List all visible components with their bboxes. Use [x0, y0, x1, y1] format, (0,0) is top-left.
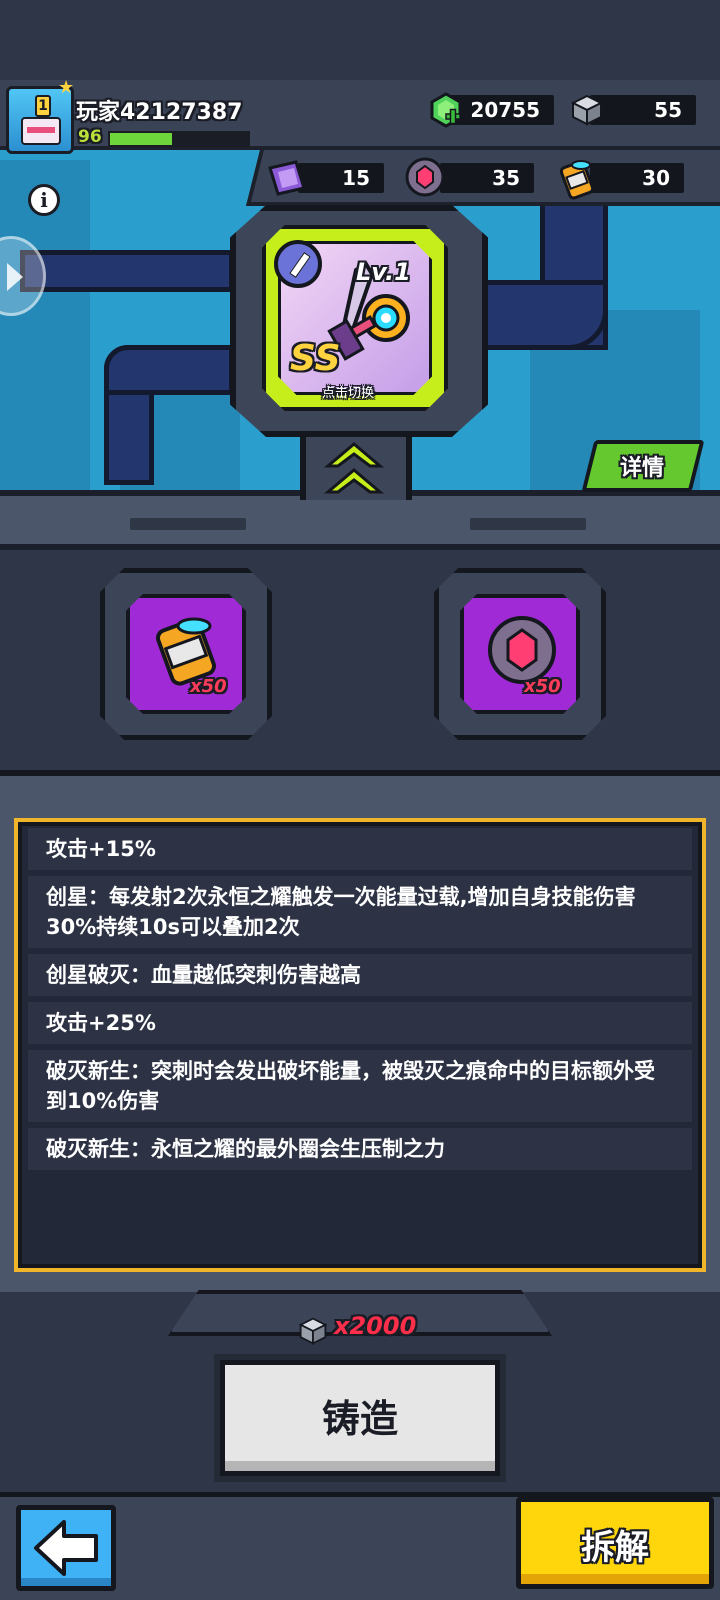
cube-counter: 55 [590, 95, 696, 125]
material-count: 35 [492, 166, 520, 190]
effect-line: 创星：每发射2次永恒之耀触发一次能量过载,增加自身技能伤害30%持续10s可以叠… [28, 876, 692, 948]
material-count: 15 [342, 166, 370, 190]
chevron-up-icon [324, 442, 384, 494]
effect-line: 破灭新生：永恒之耀的最外圈会生压制之力 [28, 1128, 692, 1170]
player-level: 96 [78, 127, 102, 147]
details-label: 详情 [620, 456, 665, 481]
cube-icon [298, 1317, 328, 1345]
effects-list: 攻击+15% 创星：每发射2次永恒之耀触发一次能量过载,增加自身技能伤害30%持… [28, 828, 692, 1176]
star-icon: ★ [58, 77, 75, 98]
material-count: 30 [642, 166, 670, 190]
gem-add-icon[interactable] [428, 92, 464, 128]
rank-badge-icon: 1 [35, 95, 51, 117]
cube-count: 55 [654, 98, 682, 122]
gem-core-icon [405, 157, 445, 197]
xp-fill [110, 133, 173, 145]
socket-left-count: x50 [190, 676, 227, 697]
socket-right-count: x50 [524, 676, 561, 697]
weapon-grade: SS [290, 338, 341, 379]
gem-count: 20755 [470, 98, 540, 122]
cake-icon [21, 117, 61, 145]
material-counter-0: 15 [298, 163, 384, 193]
cube-icon [570, 94, 604, 126]
effect-line: 创星破灭：血量越低突刺伤害越高 [28, 954, 692, 996]
effect-line: 攻击+15% [28, 828, 692, 870]
back-arrow-icon[interactable] [32, 1518, 102, 1578]
compass-icon [274, 240, 322, 288]
forge-cost: x2000 [334, 1312, 417, 1340]
forge-label: 铸造 [321, 1397, 398, 1441]
xp-bar [108, 131, 250, 147]
material-counter-1: 35 [440, 163, 534, 193]
material-counter-2: 30 [590, 163, 684, 193]
effect-line: 攻击+25% [28, 1002, 692, 1044]
weapon-level: Lv.1 [356, 258, 411, 286]
disassemble-label: 拆解 [581, 1528, 649, 1568]
tap-switch-hint: 点击切换 [322, 386, 375, 401]
canister-icon [559, 160, 595, 200]
status-area [0, 0, 720, 80]
crystal-icon [268, 160, 306, 196]
effect-line: 破灭新生：突刺时会发出破坏能量，被毁灭之痕命中的目标额外受到10%伤害 [28, 1050, 692, 1122]
info-icon[interactable]: i [28, 184, 60, 216]
player-name: 玩家42127387 [76, 100, 243, 125]
